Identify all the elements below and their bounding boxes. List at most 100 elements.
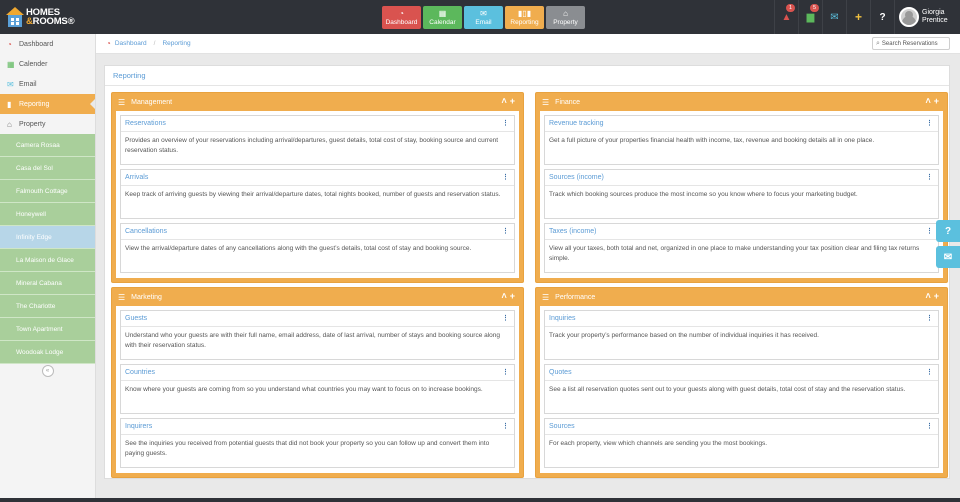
property-item-selected[interactable]: Infinity Edge [0, 226, 95, 249]
collapse-sidebar-button[interactable]: « [41, 365, 54, 377]
property-item[interactable]: Honeywell [0, 203, 95, 226]
help-button[interactable]: ? [870, 0, 894, 34]
report-description: Track your property’s performance based … [549, 332, 819, 339]
more-vert-icon[interactable]: ⋮ [926, 314, 933, 322]
reporting-panel: Reporting ☰ Management ˄+ Reservations ⋮ … [104, 65, 950, 479]
report-link[interactable]: Arrivals [125, 174, 148, 181]
property-item[interactable]: Falmouth Cottage [0, 180, 95, 203]
add-button[interactable]: + [846, 0, 870, 34]
report-description: Provides an overview of your reservation… [125, 137, 499, 154]
report-link[interactable]: Taxes (income) [549, 228, 596, 235]
property-list: Camera Rosaa Casa del Sol Falmouth Cotta… [0, 134, 95, 364]
widget-header: ☰ Performance ˄+ [542, 291, 942, 302]
more-vert-icon[interactable]: ⋮ [926, 368, 933, 376]
alerts-badge: 1 [786, 4, 795, 12]
report-card-reservations: Reservations ⋮ Provides an overview of yo… [120, 115, 515, 165]
widget-tools[interactable]: ˄+ [501, 291, 518, 301]
report-description: View the arrival/departure dates of any … [125, 245, 472, 252]
plus-icon: + [854, 10, 862, 24]
nav-property-button[interactable]: ⌂ Property [546, 6, 585, 29]
report-link[interactable]: Inquirers [125, 423, 152, 430]
sidebar-item-property[interactable]: ⌂ Property [0, 114, 95, 134]
envelope-icon: ✉ [480, 9, 487, 18]
report-card-inquirers: Inquirers ⋮ See the inquiries you receive… [120, 418, 515, 468]
report-description: For each property, view which channels a… [549, 440, 768, 447]
widget-tools[interactable]: ˄+ [925, 291, 942, 301]
property-item[interactable]: La Maison de Glace [0, 249, 95, 272]
report-link[interactable]: Sources [549, 423, 575, 430]
breadcrumb: ◔ Dashboard / Reporting ⌕ Search Reserva… [96, 34, 960, 54]
more-vert-icon[interactable]: ⋮ [502, 173, 509, 181]
report-card-revenue-tracking: Revenue tracking ⋮ Get a full picture of … [544, 115, 939, 165]
nav-dashboard-button[interactable]: ◔ Dashboard [382, 6, 421, 29]
chat-tab-button[interactable]: ✉ [936, 246, 960, 268]
nav-email-button[interactable]: ✉ Email [464, 6, 503, 29]
brand-logo[interactable]: HOMES &ROOMS® [6, 6, 75, 28]
property-item[interactable]: Town Apartment [0, 318, 95, 341]
sidebar: ◔ Dashboard ▦ Calender ✉ Email ▮ Reporting ⌂… [0, 34, 96, 502]
more-vert-icon[interactable]: ⋮ [926, 119, 933, 127]
report-card-arrivals: Arrivals ⋮ Keep track of arriving guests … [120, 169, 515, 219]
report-link[interactable]: Quotes [549, 369, 572, 376]
report-link[interactable]: Cancellations [125, 228, 167, 235]
property-item[interactable]: Woodoak Lodge [0, 341, 95, 364]
report-link[interactable]: Guests [125, 315, 147, 322]
tachometer-icon: ◔ [399, 9, 404, 18]
report-link[interactable]: Sources (income) [549, 174, 604, 181]
report-description: View all your taxes, both total and net,… [549, 245, 920, 262]
more-vert-icon[interactable]: ⋮ [502, 119, 509, 127]
sidebar-item-dashboard[interactable]: ◔ Dashboard [0, 34, 95, 54]
widget-header: ☰ Management ˄+ [118, 96, 518, 107]
report-card-inquiries: Inquiries ⋮ Track your property’s perform… [544, 310, 939, 360]
more-vert-icon[interactable]: ⋮ [926, 173, 933, 181]
widget-tools[interactable]: ˄+ [501, 96, 518, 106]
report-description: Keep track of arriving guests by viewing… [125, 191, 501, 198]
brand-wordmark: HOMES &ROOMS® [26, 7, 75, 27]
property-item[interactable]: The Charlotte [0, 295, 95, 318]
property-item[interactable]: Casa del Sol [0, 157, 95, 180]
user-name: Giorgia Prentice [922, 9, 948, 24]
property-item[interactable]: Camera Rosaa [0, 134, 95, 157]
list-icon: ☰ [118, 97, 126, 107]
report-card-guests: Guests ⋮ Understand who your guests are w… [120, 310, 515, 360]
widget-tools[interactable]: ˄+ [925, 96, 942, 106]
list-icon: ☰ [542, 97, 550, 107]
user-menu[interactable]: Giorgia Prentice [894, 0, 960, 34]
nav-calendar-button[interactable]: ▦ Calendar [423, 6, 462, 29]
more-vert-icon[interactable]: ⋮ [502, 422, 509, 430]
sidebar-item-email[interactable]: ✉ Email [0, 74, 95, 94]
breadcrumb-home-link[interactable]: Dashboard [115, 40, 147, 47]
tasks-button[interactable]: ▆ 5 [798, 0, 822, 34]
report-link[interactable]: Revenue tracking [549, 120, 603, 127]
breadcrumb-separator: / [153, 40, 156, 47]
property-item[interactable]: Mineral Cabana [0, 272, 95, 295]
more-vert-icon[interactable]: ⋮ [926, 227, 933, 235]
top-navbar: HOMES &ROOMS® ◔ Dashboard ▦ Calendar ✉ Email… [0, 0, 960, 34]
search-reservations-input[interactable]: ⌕ Search Reservations [872, 37, 950, 50]
search-icon: ⌕ [876, 39, 880, 47]
help-tab-button[interactable]: ? [936, 220, 960, 242]
calendar-icon: ▦ [438, 9, 447, 18]
report-card-taxes-income: Taxes (income) ⋮ View all your taxes, bot… [544, 223, 939, 273]
sidebar-item-reporting[interactable]: ▮ Reporting [0, 94, 95, 114]
report-link[interactable]: Reservations [125, 120, 166, 127]
report-card-sources-income: Sources (income) ⋮ Track which booking so… [544, 169, 939, 219]
more-vert-icon[interactable]: ⋮ [502, 368, 509, 376]
breadcrumb-current: Reporting [162, 40, 191, 47]
report-link[interactable]: Countries [125, 369, 155, 376]
report-link[interactable]: Inquiries [549, 315, 575, 322]
more-vert-icon[interactable]: ⋮ [926, 422, 933, 430]
report-description: See a list all reservation quotes sent o… [549, 386, 906, 393]
alerts-button[interactable]: ▲ 1 [774, 0, 798, 34]
home-icon: ⌂ [7, 119, 12, 129]
more-vert-icon[interactable]: ⋮ [502, 227, 509, 235]
page-title: Reporting [105, 66, 949, 86]
sidebar-item-calender[interactable]: ▦ Calender [0, 54, 95, 74]
report-description: See the inquiries you received from pote… [125, 440, 490, 457]
report-card-sources: Sources ⋮ For each property, view which c… [544, 418, 939, 468]
report-description: Get a full picture of your properties fi… [549, 137, 875, 144]
messages-button[interactable]: ✉ [822, 0, 846, 34]
nav-reporting-button[interactable]: ▮▯▮ Reporting [505, 6, 544, 29]
more-vert-icon[interactable]: ⋮ [502, 314, 509, 322]
envelope-icon: ✉ [7, 79, 14, 89]
